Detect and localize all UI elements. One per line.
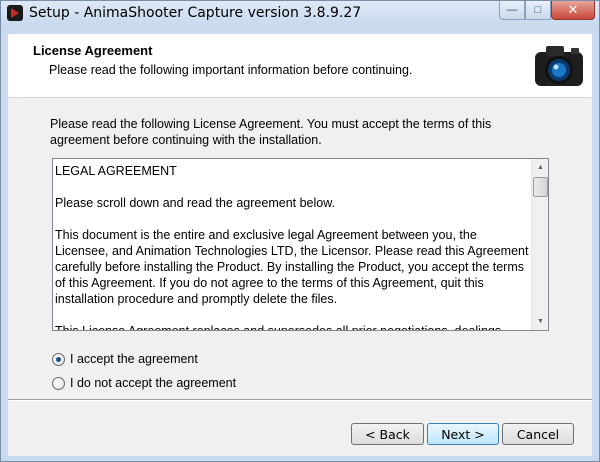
license-textbox[interactable]: LEGAL AGREEMENT Please scroll down and r… [52,158,549,331]
wizard-client-area: License Agreement Please read the follow… [8,34,592,456]
license-scrollbar[interactable]: ▲ ▼ [531,159,548,330]
page-title: License Agreement [33,43,153,58]
license-paragraph: Please scroll down and read the agreemen… [55,196,336,210]
scroll-down-icon[interactable]: ▼ [532,313,548,330]
window-controls: — □ ✕ [499,1,595,21]
page-subtitle: Please read the following important info… [49,63,413,77]
intro-text: Please read the following License Agreem… [50,117,492,147]
decline-radio[interactable] [52,376,65,390]
minimize-button[interactable]: — [499,1,525,20]
wizard-header: License Agreement Please read the follow… [8,34,592,98]
accept-label[interactable]: I accept the agreement [70,352,198,366]
accept-radio[interactable] [52,352,65,366]
decline-label[interactable]: I do not accept the agreement [70,376,236,390]
license-heading: LEGAL AGREEMENT [55,164,177,178]
scroll-up-icon[interactable]: ▲ [532,159,548,176]
decline-option[interactable]: I do not accept the agreement [52,376,236,390]
setup-window: Setup - AnimaShooter Capture version 3.8… [0,0,600,462]
title-bar[interactable]: Setup - AnimaShooter Capture version 3.8… [1,1,599,27]
camera-icon [535,46,583,86]
bottom-divider [8,399,592,401]
scroll-thumb[interactable] [533,177,548,197]
license-paragraph: This License Agreement replaces and supe… [55,324,505,331]
license-text: LEGAL AGREEMENT Please scroll down and r… [55,163,529,331]
back-button[interactable]: < Back [351,423,424,445]
window-title: Setup - AnimaShooter Capture version 3.8… [29,5,362,21]
next-button[interactable]: Next > [427,423,499,445]
close-button[interactable]: ✕ [551,1,595,20]
license-paragraph: This document is the entire and exclusiv… [55,228,529,306]
accept-option[interactable]: I accept the agreement [52,352,198,366]
app-icon [7,5,23,21]
maximize-button[interactable]: □ [525,1,551,20]
cancel-button[interactable]: Cancel [502,423,574,445]
